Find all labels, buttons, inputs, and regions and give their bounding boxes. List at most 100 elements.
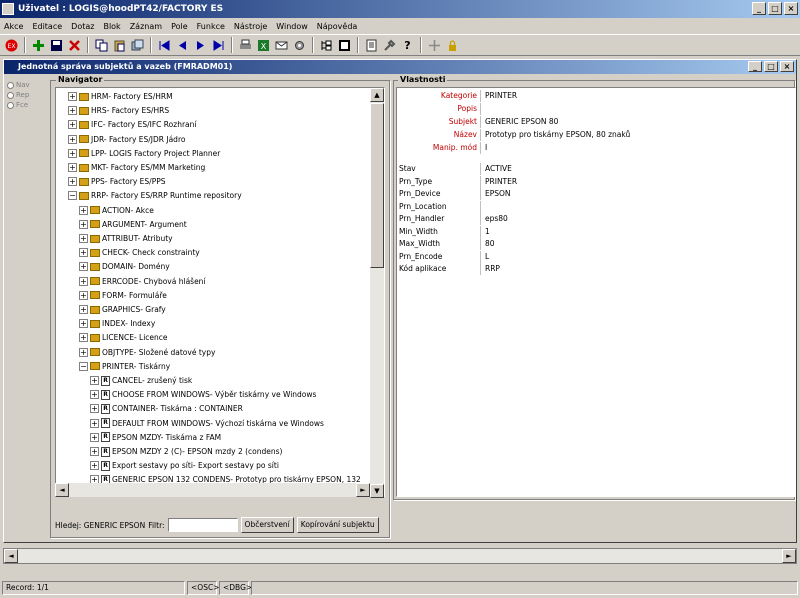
expand-icon[interactable]: + — [90, 390, 99, 400]
tree-node[interactable]: + ARGUMENT- Argument — [79, 218, 187, 231]
attribute-value[interactable]: ACTIVE — [481, 163, 512, 175]
view-mode-radio[interactable]: Rep — [7, 90, 30, 100]
tree-node[interactable]: + INDEX- Indexy — [79, 317, 155, 330]
navigator-tree[interactable]: + HRM- Factory ES/HRM + HRS- Factory ES/HRS… — [55, 87, 385, 497]
collapse-icon[interactable]: − — [68, 191, 77, 201]
attribute-value[interactable] — [481, 201, 485, 213]
scroll-down-button[interactable]: ▼ — [370, 484, 384, 498]
mail-icon[interactable] — [274, 38, 289, 53]
expand-icon[interactable]: + — [68, 106, 77, 116]
exit-icon[interactable]: EX — [4, 38, 19, 53]
expand-icon[interactable]: + — [79, 219, 88, 229]
delete-icon[interactable] — [67, 38, 82, 53]
previous-record-icon[interactable] — [175, 38, 190, 53]
scroll-up-button[interactable]: ▲ — [370, 88, 384, 102]
expand-icon[interactable]: + — [79, 205, 88, 215]
child-maximize-button[interactable]: □ — [764, 61, 778, 72]
tree-node[interactable]: + JDR- Factory ES/JDR Jádro — [68, 133, 185, 146]
expand-icon[interactable]: + — [90, 404, 99, 414]
expand-icon[interactable]: + — [90, 376, 99, 385]
refresh-button[interactable]: Občerstvení — [240, 517, 294, 533]
copy-subject-button[interactable]: Kopírování subjektu — [296, 517, 379, 533]
radio-dot[interactable] — [7, 81, 14, 89]
expand-icon[interactable]: + — [68, 92, 77, 101]
tree-node[interactable]: + FORM- Formuláře — [79, 289, 167, 302]
tree-horizontal-scrollbar[interactable]: ◄ ► — [55, 483, 370, 497]
scroll-right-button[interactable]: ► — [356, 483, 370, 497]
detail-icon[interactable] — [337, 38, 352, 53]
attribute-value[interactable]: RRP — [481, 263, 500, 275]
tree-icon[interactable] — [319, 38, 334, 53]
attribute-value[interactable]: EPSON — [481, 188, 511, 200]
expand-icon[interactable]: + — [68, 148, 77, 158]
tree-node[interactable]: + LICENCE- Licence — [79, 331, 168, 344]
expand-icon[interactable]: + — [79, 305, 88, 314]
expand-icon[interactable]: + — [68, 134, 77, 144]
tree-node[interactable]: + DOMAIN- Domény — [79, 260, 170, 273]
export-icon[interactable]: X — [256, 38, 271, 53]
child-close-button[interactable]: × — [780, 61, 794, 72]
child-minimize-button[interactable]: _ — [748, 61, 762, 72]
tree-node[interactable]: + CHECK- Check constrainty — [79, 246, 200, 259]
menu-item[interactable]: Blok — [103, 22, 120, 31]
maximize-button[interactable]: □ — [768, 2, 782, 15]
main-horizontal-scrollbar[interactable]: ◄ ► — [3, 548, 797, 564]
collapse-icon[interactable]: − — [79, 361, 88, 371]
menu-item[interactable]: Funkce — [197, 22, 225, 31]
tree-node[interactable]: + LPP- LOGIS Factory Project Planner — [68, 147, 220, 160]
save-icon[interactable] — [49, 38, 64, 53]
paste-icon[interactable] — [112, 38, 127, 53]
first-record-icon[interactable] — [157, 38, 172, 53]
tree-node[interactable]: − PRINTER- Tiskárny — [79, 360, 170, 373]
menu-item[interactable]: Nápověda — [317, 22, 358, 31]
expand-icon[interactable]: + — [79, 276, 88, 286]
expand-icon[interactable]: + — [68, 120, 77, 130]
property-value[interactable]: GENERIC EPSON 80 — [481, 116, 558, 128]
view-mode-radio[interactable]: Nav — [7, 80, 30, 90]
attribute-value[interactable]: L — [481, 251, 489, 263]
move-icon[interactable] — [427, 38, 442, 53]
menu-item[interactable]: Nástroje — [234, 22, 267, 31]
tree-node[interactable]: + ERRCODE- Chybová hlášení — [79, 275, 206, 288]
tree-node[interactable]: + R EPSON MZDY 2 (C)- EPSON mzdy 2 (conden… — [90, 445, 282, 458]
document-icon[interactable] — [364, 38, 379, 53]
lock-icon[interactable] — [445, 38, 460, 53]
tree-scroll-thumb[interactable] — [370, 103, 384, 268]
close-button[interactable]: × — [784, 2, 798, 15]
menu-item[interactable]: Pole — [171, 22, 188, 31]
tree-node[interactable]: + GRAPHICS- Grafy — [79, 303, 166, 316]
menu-item[interactable]: Window — [276, 22, 308, 31]
expand-icon[interactable]: + — [90, 418, 99, 428]
tree-node[interactable]: + OBJTYPE- Složené datové typy — [79, 346, 215, 359]
expand-icon[interactable]: + — [90, 461, 99, 471]
help-icon[interactable]: ? — [400, 38, 415, 53]
tree-node[interactable]: + MKT- Factory ES/MM Marketing — [68, 161, 205, 174]
radio-dot[interactable] — [7, 91, 14, 99]
attribute-value[interactable]: 1 — [481, 226, 490, 238]
attribute-value[interactable]: eps80 — [481, 213, 508, 225]
last-record-icon[interactable] — [211, 38, 226, 53]
property-value[interactable]: I — [481, 142, 487, 154]
scroll-left-button[interactable]: ◄ — [55, 483, 69, 497]
tree-node[interactable]: + R Export sestavy po síti- Export sestavy… — [90, 459, 279, 472]
radio-dot[interactable] — [7, 101, 14, 109]
menu-item[interactable]: Záznam — [130, 22, 162, 31]
menu-item[interactable]: Akce — [4, 22, 23, 31]
tree-node[interactable]: + PPS- Factory ES/PPS — [68, 175, 166, 188]
minimize-button[interactable]: _ — [752, 2, 766, 15]
tree-node[interactable]: − RRP- Factory ES/RRP Runtime repository — [68, 189, 242, 202]
tree-node[interactable]: + R CHOOSE FROM WINDOWS- Výběr tiskárny ve… — [90, 388, 316, 401]
tree-node[interactable]: + R CONTAINER- Tiskárna : CONTAINER — [90, 402, 243, 415]
next-record-icon[interactable] — [193, 38, 208, 53]
settings-icon[interactable] — [292, 38, 307, 53]
menu-item[interactable]: Dotaz — [71, 22, 94, 31]
tree-node[interactable]: + IFC- Factory ES/IFC Rozhraní — [68, 118, 196, 131]
filter-input[interactable] — [167, 518, 238, 532]
attribute-value[interactable]: 80 — [481, 238, 495, 250]
main-scroll-right-button[interactable]: ► — [782, 549, 796, 563]
expand-icon[interactable]: + — [90, 432, 99, 442]
property-value[interactable]: Prototyp pro tiskárny EPSON, 80 znaků — [481, 129, 630, 141]
tree-node[interactable]: + R CANCEL- zrušený tisk — [90, 374, 192, 387]
expand-icon[interactable]: + — [68, 177, 77, 187]
property-value[interactable]: PRINTER — [481, 90, 517, 102]
